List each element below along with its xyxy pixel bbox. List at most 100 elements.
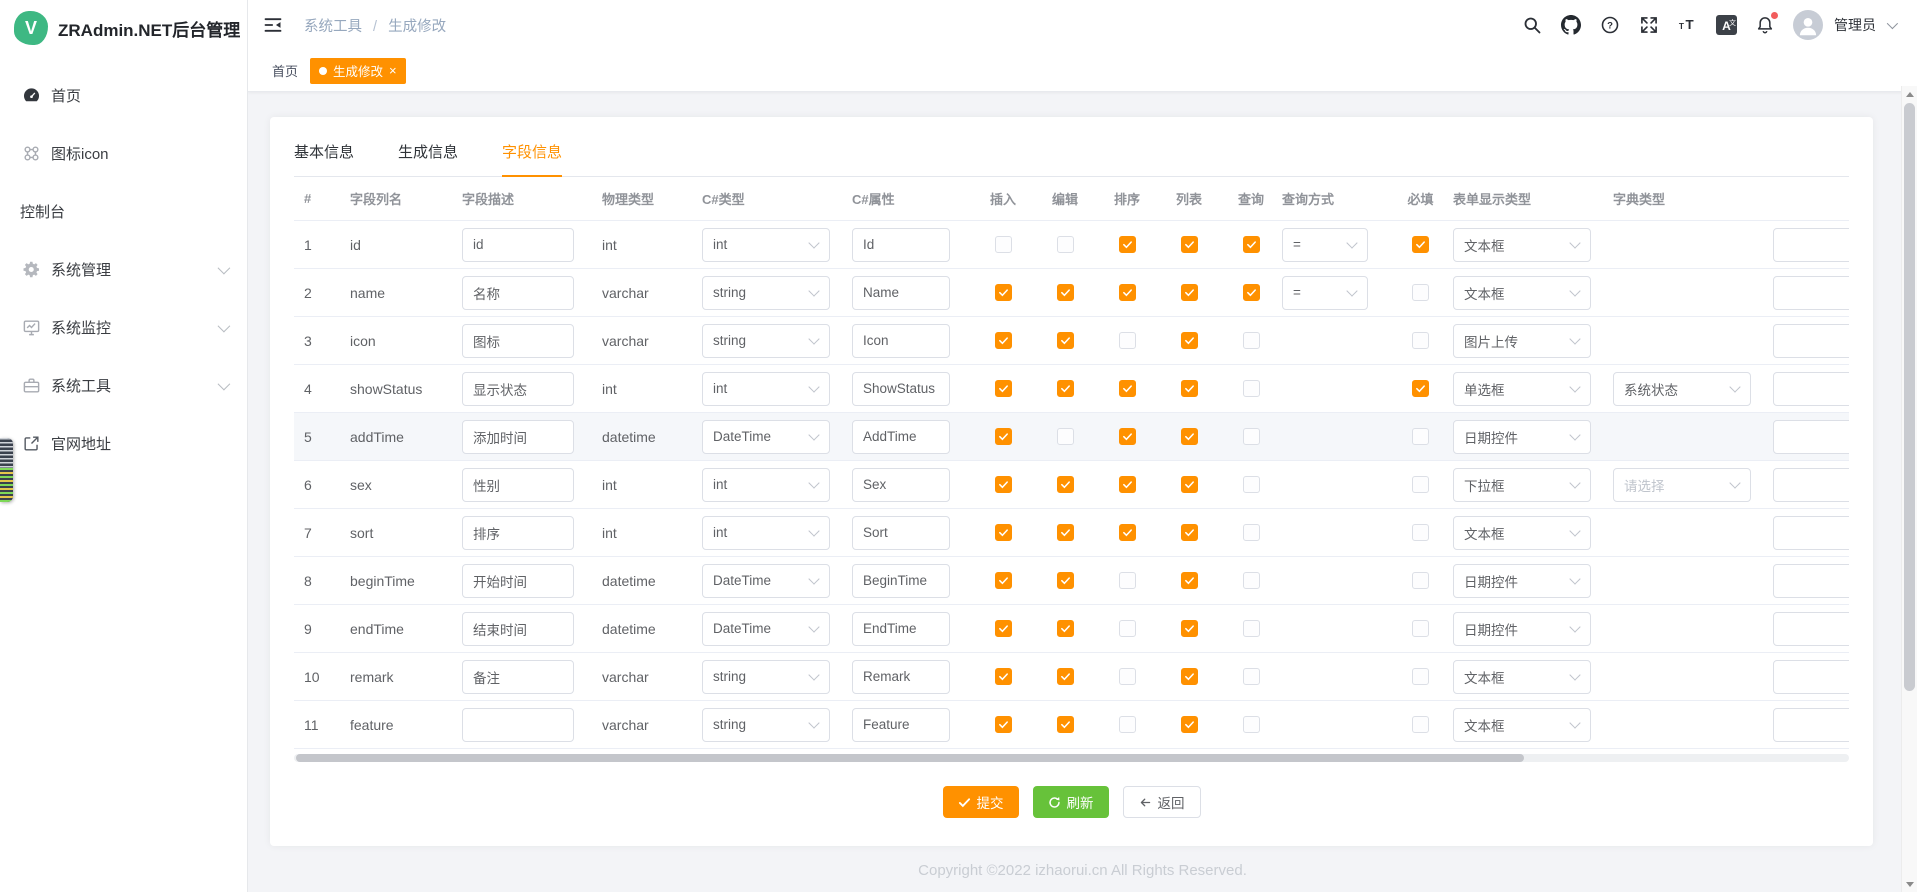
scroll-down-icon[interactable] bbox=[1902, 876, 1917, 892]
insert-checkbox[interactable] bbox=[995, 332, 1012, 349]
query-checkbox[interactable] bbox=[1243, 380, 1260, 397]
tag-home[interactable]: 首页 bbox=[272, 61, 298, 80]
query-checkbox[interactable] bbox=[1243, 572, 1260, 589]
sort-checkbox[interactable] bbox=[1119, 236, 1136, 253]
required-checkbox[interactable] bbox=[1412, 380, 1429, 397]
query-checkbox[interactable] bbox=[1243, 332, 1260, 349]
extra-input[interactable] bbox=[1773, 516, 1849, 550]
insert-checkbox[interactable] bbox=[995, 620, 1012, 637]
search-icon[interactable] bbox=[1521, 14, 1543, 36]
cs-prop-input[interactable] bbox=[852, 276, 950, 310]
sort-checkbox[interactable] bbox=[1119, 476, 1136, 493]
fullscreen-icon[interactable] bbox=[1638, 14, 1660, 36]
list-checkbox[interactable] bbox=[1181, 572, 1198, 589]
required-checkbox[interactable] bbox=[1412, 716, 1429, 733]
required-checkbox[interactable] bbox=[1412, 476, 1429, 493]
display-type-select[interactable]: 日期控件 bbox=[1453, 612, 1591, 646]
cs-type-select[interactable]: string bbox=[702, 660, 830, 694]
cs-type-select[interactable]: int bbox=[702, 516, 830, 550]
list-checkbox[interactable] bbox=[1181, 332, 1198, 349]
insert-checkbox[interactable] bbox=[995, 380, 1012, 397]
display-type-select[interactable]: 文本框 bbox=[1453, 660, 1591, 694]
cs-prop-input[interactable] bbox=[852, 420, 950, 454]
github-icon[interactable] bbox=[1560, 14, 1582, 36]
field-desc-input[interactable] bbox=[462, 660, 574, 694]
bell-icon[interactable] bbox=[1754, 14, 1776, 36]
list-checkbox[interactable] bbox=[1181, 380, 1198, 397]
cs-type-select[interactable]: int bbox=[702, 372, 830, 406]
required-checkbox[interactable] bbox=[1412, 572, 1429, 589]
edit-checkbox[interactable] bbox=[1057, 380, 1074, 397]
translate-icon[interactable]: A文 bbox=[1716, 15, 1737, 35]
extra-input[interactable] bbox=[1773, 228, 1849, 262]
edit-checkbox[interactable] bbox=[1057, 668, 1074, 685]
cs-prop-input[interactable] bbox=[852, 228, 950, 262]
display-type-select[interactable]: 图片上传 bbox=[1453, 324, 1591, 358]
help-icon[interactable]: ? bbox=[1599, 14, 1621, 36]
required-checkbox[interactable] bbox=[1412, 236, 1429, 253]
query-mode-select[interactable]: = bbox=[1282, 228, 1368, 262]
vertical-scrollbar-thumb[interactable] bbox=[1904, 103, 1915, 691]
field-desc-input[interactable] bbox=[462, 612, 574, 646]
tab-generate-info[interactable]: 生成信息 bbox=[398, 133, 458, 176]
edit-checkbox[interactable] bbox=[1057, 236, 1074, 253]
display-type-select[interactable]: 文本框 bbox=[1453, 276, 1591, 310]
required-checkbox[interactable] bbox=[1412, 668, 1429, 685]
field-desc-input[interactable] bbox=[462, 324, 574, 358]
horizontal-scrollbar[interactable] bbox=[294, 754, 1849, 762]
edit-checkbox[interactable] bbox=[1057, 716, 1074, 733]
sort-checkbox[interactable] bbox=[1119, 284, 1136, 301]
cs-type-select[interactable]: string bbox=[702, 324, 830, 358]
sort-checkbox[interactable] bbox=[1119, 572, 1136, 589]
edit-checkbox[interactable] bbox=[1057, 428, 1074, 445]
query-checkbox[interactable] bbox=[1243, 524, 1260, 541]
app-logo-row[interactable]: V ZRAdmin.NET后台管理 bbox=[0, 0, 247, 56]
field-desc-input[interactable] bbox=[462, 516, 574, 550]
display-type-select[interactable]: 日期控件 bbox=[1453, 420, 1591, 454]
list-checkbox[interactable] bbox=[1181, 476, 1198, 493]
extra-input[interactable] bbox=[1773, 564, 1849, 598]
query-checkbox[interactable] bbox=[1243, 668, 1260, 685]
vertical-scrollbar[interactable] bbox=[1901, 86, 1917, 892]
cs-prop-input[interactable] bbox=[852, 564, 950, 598]
sort-checkbox[interactable] bbox=[1119, 332, 1136, 349]
list-checkbox[interactable] bbox=[1181, 428, 1198, 445]
sidebar-item-system-monitor[interactable]: 系统监控 bbox=[0, 298, 247, 356]
required-checkbox[interactable] bbox=[1412, 428, 1429, 445]
tag-close-icon[interactable]: × bbox=[389, 64, 397, 77]
breadcrumb-parent[interactable]: 系统工具 bbox=[304, 19, 362, 35]
list-checkbox[interactable] bbox=[1181, 284, 1198, 301]
monitor-widget-handle[interactable] bbox=[0, 438, 13, 502]
cs-prop-input[interactable] bbox=[852, 660, 950, 694]
sidebar-item-home[interactable]: 首页 bbox=[0, 66, 247, 124]
extra-input[interactable] bbox=[1773, 324, 1849, 358]
display-type-select[interactable]: 文本框 bbox=[1453, 228, 1591, 262]
list-checkbox[interactable] bbox=[1181, 620, 1198, 637]
query-checkbox[interactable] bbox=[1243, 620, 1260, 637]
list-checkbox[interactable] bbox=[1181, 668, 1198, 685]
dict-type-select[interactable]: 系统状态 bbox=[1613, 372, 1751, 406]
cs-prop-input[interactable] bbox=[852, 324, 950, 358]
extra-input[interactable] bbox=[1773, 420, 1849, 454]
cs-prop-input[interactable] bbox=[852, 468, 950, 502]
sidebar-item-icons[interactable]: 图标icon bbox=[0, 124, 247, 182]
font-size-icon[interactable]: TT bbox=[1677, 14, 1699, 36]
sort-checkbox[interactable] bbox=[1119, 428, 1136, 445]
cs-type-select[interactable]: DateTime bbox=[702, 420, 830, 454]
username[interactable]: 管理员 bbox=[1834, 15, 1876, 35]
insert-checkbox[interactable] bbox=[995, 428, 1012, 445]
field-desc-input[interactable] bbox=[462, 228, 574, 262]
sort-checkbox[interactable] bbox=[1119, 524, 1136, 541]
extra-input[interactable] bbox=[1773, 708, 1849, 742]
tag-active[interactable]: 生成修改 × bbox=[310, 58, 406, 84]
field-desc-input[interactable] bbox=[462, 420, 574, 454]
query-checkbox[interactable] bbox=[1243, 476, 1260, 493]
sidebar-item-system-admin[interactable]: 系统管理 bbox=[0, 240, 247, 298]
sidebar-item-official-site[interactable]: 官网地址 bbox=[0, 414, 247, 472]
sidebar-item-console[interactable]: 控制台 bbox=[0, 182, 247, 240]
sort-checkbox[interactable] bbox=[1119, 716, 1136, 733]
field-desc-input[interactable] bbox=[462, 468, 574, 502]
cs-type-select[interactable]: string bbox=[702, 708, 830, 742]
edit-checkbox[interactable] bbox=[1057, 476, 1074, 493]
extra-input[interactable] bbox=[1773, 276, 1849, 310]
